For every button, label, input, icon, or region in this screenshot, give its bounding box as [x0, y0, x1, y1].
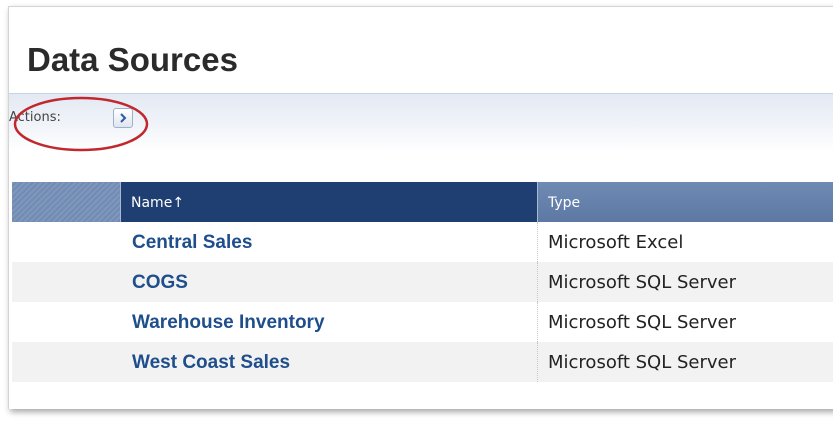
actions-label: Actions: [9, 110, 61, 125]
data-sources-panel: Data Sources Actions: Name↑ Type Central… [8, 6, 833, 409]
data-source-link[interactable]: West Coast Sales [132, 352, 290, 374]
sort-ascending-icon: ↑ [172, 195, 185, 211]
chevron-right-icon [120, 113, 127, 123]
actions-toolbar: Actions: [9, 93, 833, 152]
table-row: Central Sales Microsoft Excel [12, 222, 833, 262]
column-header-name[interactable]: Name↑ [120, 182, 538, 222]
data-source-type: Microsoft SQL Server [548, 272, 737, 293]
column-divider [537, 302, 538, 342]
data-source-type: Microsoft SQL Server [548, 352, 737, 373]
data-source-link[interactable]: COGS [132, 272, 188, 294]
table-row: Warehouse Inventory Microsoft SQL Server [12, 302, 833, 342]
actions-menu-button[interactable] [113, 108, 133, 128]
header-select-column [12, 182, 120, 222]
data-source-link[interactable]: Central Sales [132, 232, 252, 254]
column-divider [537, 342, 538, 382]
column-header-type-label: Type [548, 195, 581, 211]
table-row: West Coast Sales Microsoft SQL Server [12, 342, 833, 382]
table-row: COGS Microsoft SQL Server [12, 262, 833, 302]
column-header-type[interactable]: Type [537, 182, 833, 222]
table-header: Name↑ Type [12, 182, 833, 222]
data-source-type: Microsoft SQL Server [548, 312, 737, 333]
page-title: Data Sources [27, 41, 238, 78]
data-sources-table: Name↑ Type Central Sales Microsoft Excel… [12, 182, 833, 382]
column-divider [537, 222, 538, 262]
column-divider [537, 262, 538, 302]
column-header-name-label: Name↑ [131, 195, 185, 211]
data-source-type: Microsoft Excel [548, 232, 684, 253]
data-source-link[interactable]: Warehouse Inventory [132, 312, 325, 334]
